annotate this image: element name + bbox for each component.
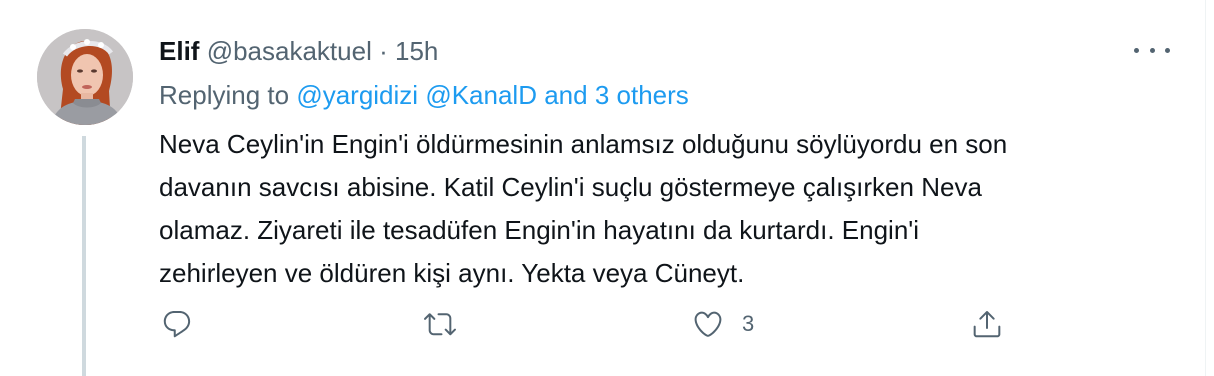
tweet-header: Elif @basakaktuel · 15h [159, 35, 438, 67]
like-count: 3 [742, 311, 755, 336]
tweet-text-line: olamaz. Ziyareti ile tesadüfen Engin'in … [159, 215, 920, 245]
retweet-button[interactable] [424, 308, 456, 340]
tweet-text: Neva Ceylin'in Engin'i öldürmesinin anla… [159, 123, 1139, 295]
reply-button[interactable] [161, 308, 193, 340]
thread-line [82, 136, 86, 376]
tweet-card[interactable]: Elif @basakaktuel · 15h Replying to @yar… [0, 0, 1206, 376]
tweet-time[interactable]: 15h [395, 36, 438, 66]
like-button[interactable]: 3 [692, 308, 754, 340]
heart-icon [694, 311, 722, 337]
share-button[interactable] [971, 308, 1003, 340]
author-name[interactable]: Elif [159, 36, 199, 66]
more-options-button[interactable] [1134, 36, 1170, 64]
tweet-text-line: Neva Ceylin'in Engin'i öldürmesinin anla… [159, 129, 1008, 159]
share-icon [973, 311, 1001, 338]
replying-to: Replying to @yargidizi @KanalD and 3 oth… [159, 79, 689, 111]
avatar[interactable] [37, 29, 133, 125]
tweet-text-line: zehirleyen ve öldüren kişi aynı. Yekta v… [159, 258, 745, 288]
tweet-text-line: davanın savcısı abisine. Katil Ceylin'i … [159, 172, 982, 202]
mention-others[interactable]: and 3 others [544, 80, 689, 110]
replying-to-label: Replying to [159, 80, 290, 110]
mention-kanald[interactable]: @KanalD [425, 80, 537, 110]
more-horizontal-icon [1134, 47, 1139, 53]
separator: · [379, 36, 388, 66]
avatar-image [37, 29, 133, 125]
reply-icon [163, 310, 191, 338]
author-handle[interactable]: @basakaktuel [207, 36, 372, 66]
retweet-icon [424, 313, 456, 336]
tweet-actions: 3 [0, 308, 1205, 340]
mention-yargidizi[interactable]: @yargidizi [296, 80, 418, 110]
